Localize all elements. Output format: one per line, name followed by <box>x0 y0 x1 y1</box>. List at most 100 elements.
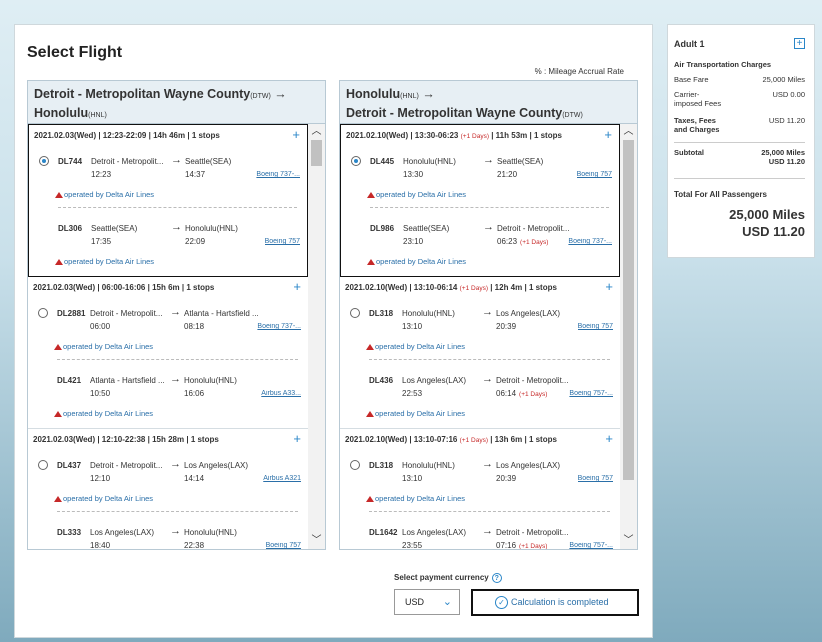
passenger-label: Adult 1 <box>674 39 705 49</box>
delta-logo-icon <box>367 192 375 198</box>
aircraft-link[interactable]: Airbus A33... <box>261 390 301 397</box>
flight-date: 2021.02.03(Wed) <box>33 283 96 292</box>
inbound-flight-list[interactable]: 2021.02.10(Wed) | 13:30-06:23 (+1 Days) … <box>340 124 620 549</box>
flight-segment: DL318 Honolulu(HNL) → Los Angeles(LAX) 13:10… <box>345 299 615 339</box>
aircraft-link[interactable]: Boeing 737-... <box>257 323 301 330</box>
flight-duration: 13h 6m <box>494 435 523 444</box>
outbound-scrollbar[interactable]: ︿ ﹀ <box>308 124 325 549</box>
segment-divider <box>369 359 610 360</box>
scroll-up-icon[interactable]: ︿ <box>308 125 325 139</box>
flight-radio[interactable] <box>350 308 360 318</box>
base-fare-label: Base Fare <box>674 75 709 84</box>
expand-plus-icon[interactable]: + <box>605 429 613 449</box>
flight-option-card[interactable]: 2021.02.03(Wed) | 06:00-16:06 | 15h 6m |… <box>28 277 308 429</box>
taxes-label: Taxes, Fees <box>674 116 716 125</box>
flight-duration: 12h 4m <box>494 283 523 292</box>
operator-text: operated by Delta Air Lines <box>375 409 466 418</box>
flight-time: 13:10-06:14 <box>413 283 458 292</box>
expand-plus-icon[interactable]: + <box>293 429 301 449</box>
flight-option-card[interactable]: 2021.02.03(Wed) | 12:23-22:09 | 14h 46m … <box>28 124 308 277</box>
aircraft-link[interactable]: Boeing 757 <box>266 542 301 549</box>
arrival-time-wrap: 14:14 <box>184 474 207 483</box>
aircraft-link[interactable]: Boeing 757 <box>577 171 612 178</box>
subtotal-value: 25,000 Miles USD 11.20 <box>761 148 805 166</box>
departure-time: 12:23 <box>91 170 112 179</box>
arrival-time-wrap: 06:14 (+1 Days) <box>496 389 547 398</box>
aircraft-link[interactable]: Boeing 737-... <box>256 171 300 178</box>
expand-plus-icon[interactable]: + <box>293 277 301 297</box>
expand-plus-icon[interactable]: + <box>605 277 613 297</box>
currency-select[interactable]: USD ⌄ <box>394 589 460 615</box>
outbound-flight-list[interactable]: 2021.02.03(Wed) | 12:23-22:09 | 14h 46m … <box>28 124 308 549</box>
scroll-thumb[interactable] <box>311 140 322 166</box>
aircraft-link[interactable]: Boeing 757 <box>265 238 300 245</box>
calculation-button[interactable]: ✓ Calculation is completed <box>471 589 639 616</box>
flight-option-header: 2021.02.03(Wed) | 12:23-22:09 | 14h 46m … <box>34 125 302 147</box>
arrival-time: 06:23 <box>497 237 518 246</box>
operator-row: operated by Delta Air Lines <box>345 491 615 507</box>
scroll-thumb[interactable] <box>623 140 634 480</box>
total-label: Total For All Passengers <box>674 190 767 199</box>
flight-radio[interactable] <box>39 156 49 166</box>
arrival-time: 22:38 <box>184 541 205 549</box>
operator-row: operated by Delta Air Lines <box>33 339 303 355</box>
departure-time: 23:10 <box>403 237 424 246</box>
expand-plus-icon[interactable]: + <box>604 125 612 145</box>
next-day-badge: (+1 Days) <box>460 133 489 140</box>
arrival-time: 14:14 <box>184 474 205 483</box>
route-arrow-icon: → <box>274 87 287 101</box>
aircraft-link[interactable]: Airbus A321 <box>263 475 301 482</box>
arrival-time-wrap: 22:09 <box>185 237 208 246</box>
operator-text: operated by Delta Air Lines <box>63 342 154 351</box>
route-from: Detroit - Metropolitan Wayne County <box>34 87 251 101</box>
select-flight-panel: Select Flight % : Mileage Accrual Rate D… <box>14 24 653 638</box>
charges-section-title: Air Transportation Charges <box>674 60 772 69</box>
subtotal-miles: 25,000 Miles <box>761 148 805 157</box>
flight-option-card[interactable]: 2021.02.03(Wed) | 12:10-22:38 | 15h 28m … <box>28 429 308 549</box>
arrow-right-icon: → <box>171 221 182 233</box>
flight-number: DL436 <box>369 376 394 385</box>
operator-row: operated by Delta Air Lines <box>34 187 302 203</box>
help-icon[interactable]: ? <box>491 573 502 583</box>
delta-logo-icon <box>366 411 374 417</box>
flight-radio[interactable] <box>38 308 48 318</box>
scroll-down-icon[interactable]: ﹀ <box>308 534 325 548</box>
inbound-column: Honolulu(HNL) → Detroit - Metropolitan W… <box>339 80 638 550</box>
carrier-fees-row: Carrier-imposed Fees USD 0.00 <box>674 90 805 108</box>
flight-option-card[interactable]: 2021.02.10(Wed) | 13:10-06:14 (+1 Days) … <box>340 277 620 429</box>
flight-number: DL333 <box>57 528 82 537</box>
aircraft-link[interactable]: Boeing 757 <box>578 323 613 330</box>
flight-date: 2021.02.03(Wed) <box>34 131 97 140</box>
aircraft-link[interactable]: Boeing 737-... <box>568 238 612 245</box>
departure-time: 23:55 <box>402 541 423 549</box>
expand-plus-icon[interactable]: + <box>794 38 805 49</box>
segment-destination: Los Angeles(LAX) <box>496 461 561 470</box>
operator-row: operated by Delta Air Lines <box>345 406 615 422</box>
flight-radio[interactable] <box>351 156 361 166</box>
flight-option-card[interactable]: 2021.02.10(Wed) | 13:10-07:16 (+1 Days) … <box>340 429 620 549</box>
flight-segment: DL2881 Detroit - Metropolit... → Atlanta - … <box>33 299 303 339</box>
operator-text: operated by Delta Air Lines <box>64 257 155 266</box>
delta-logo-icon <box>55 192 63 198</box>
arrival-time: 08:18 <box>184 322 205 331</box>
flight-radio[interactable] <box>350 460 360 470</box>
flight-number: DL2881 <box>57 309 86 318</box>
aircraft-link[interactable]: Boeing 757 <box>578 475 613 482</box>
scroll-down-icon[interactable]: ﹀ <box>620 534 637 548</box>
flight-radio[interactable] <box>38 460 48 470</box>
total-miles: 25,000 Miles <box>729 207 805 222</box>
arrival-time: 22:09 <box>185 237 206 246</box>
segment-origin: Los Angeles(LAX) <box>402 376 467 385</box>
inbound-scrollbar[interactable]: ︿ ﹀ <box>620 124 637 549</box>
flight-option-card[interactable]: 2021.02.10(Wed) | 13:30-06:23 (+1 Days) … <box>340 124 620 277</box>
expand-plus-icon[interactable]: + <box>292 125 300 145</box>
arrow-right-icon: → <box>170 306 181 318</box>
aircraft-link[interactable]: Boeing 757-... <box>569 542 613 549</box>
arrival-time: 14:37 <box>185 170 206 179</box>
aircraft-link[interactable]: Boeing 757-... <box>569 390 613 397</box>
arrow-right-icon: → <box>170 373 181 385</box>
scroll-up-icon[interactable]: ︿ <box>620 125 637 139</box>
flight-number: DL318 <box>369 461 394 470</box>
inbound-route-header: Honolulu(HNL) → Detroit - Metropolitan W… <box>340 81 637 124</box>
currency-label: Select payment currency? <box>394 573 502 583</box>
